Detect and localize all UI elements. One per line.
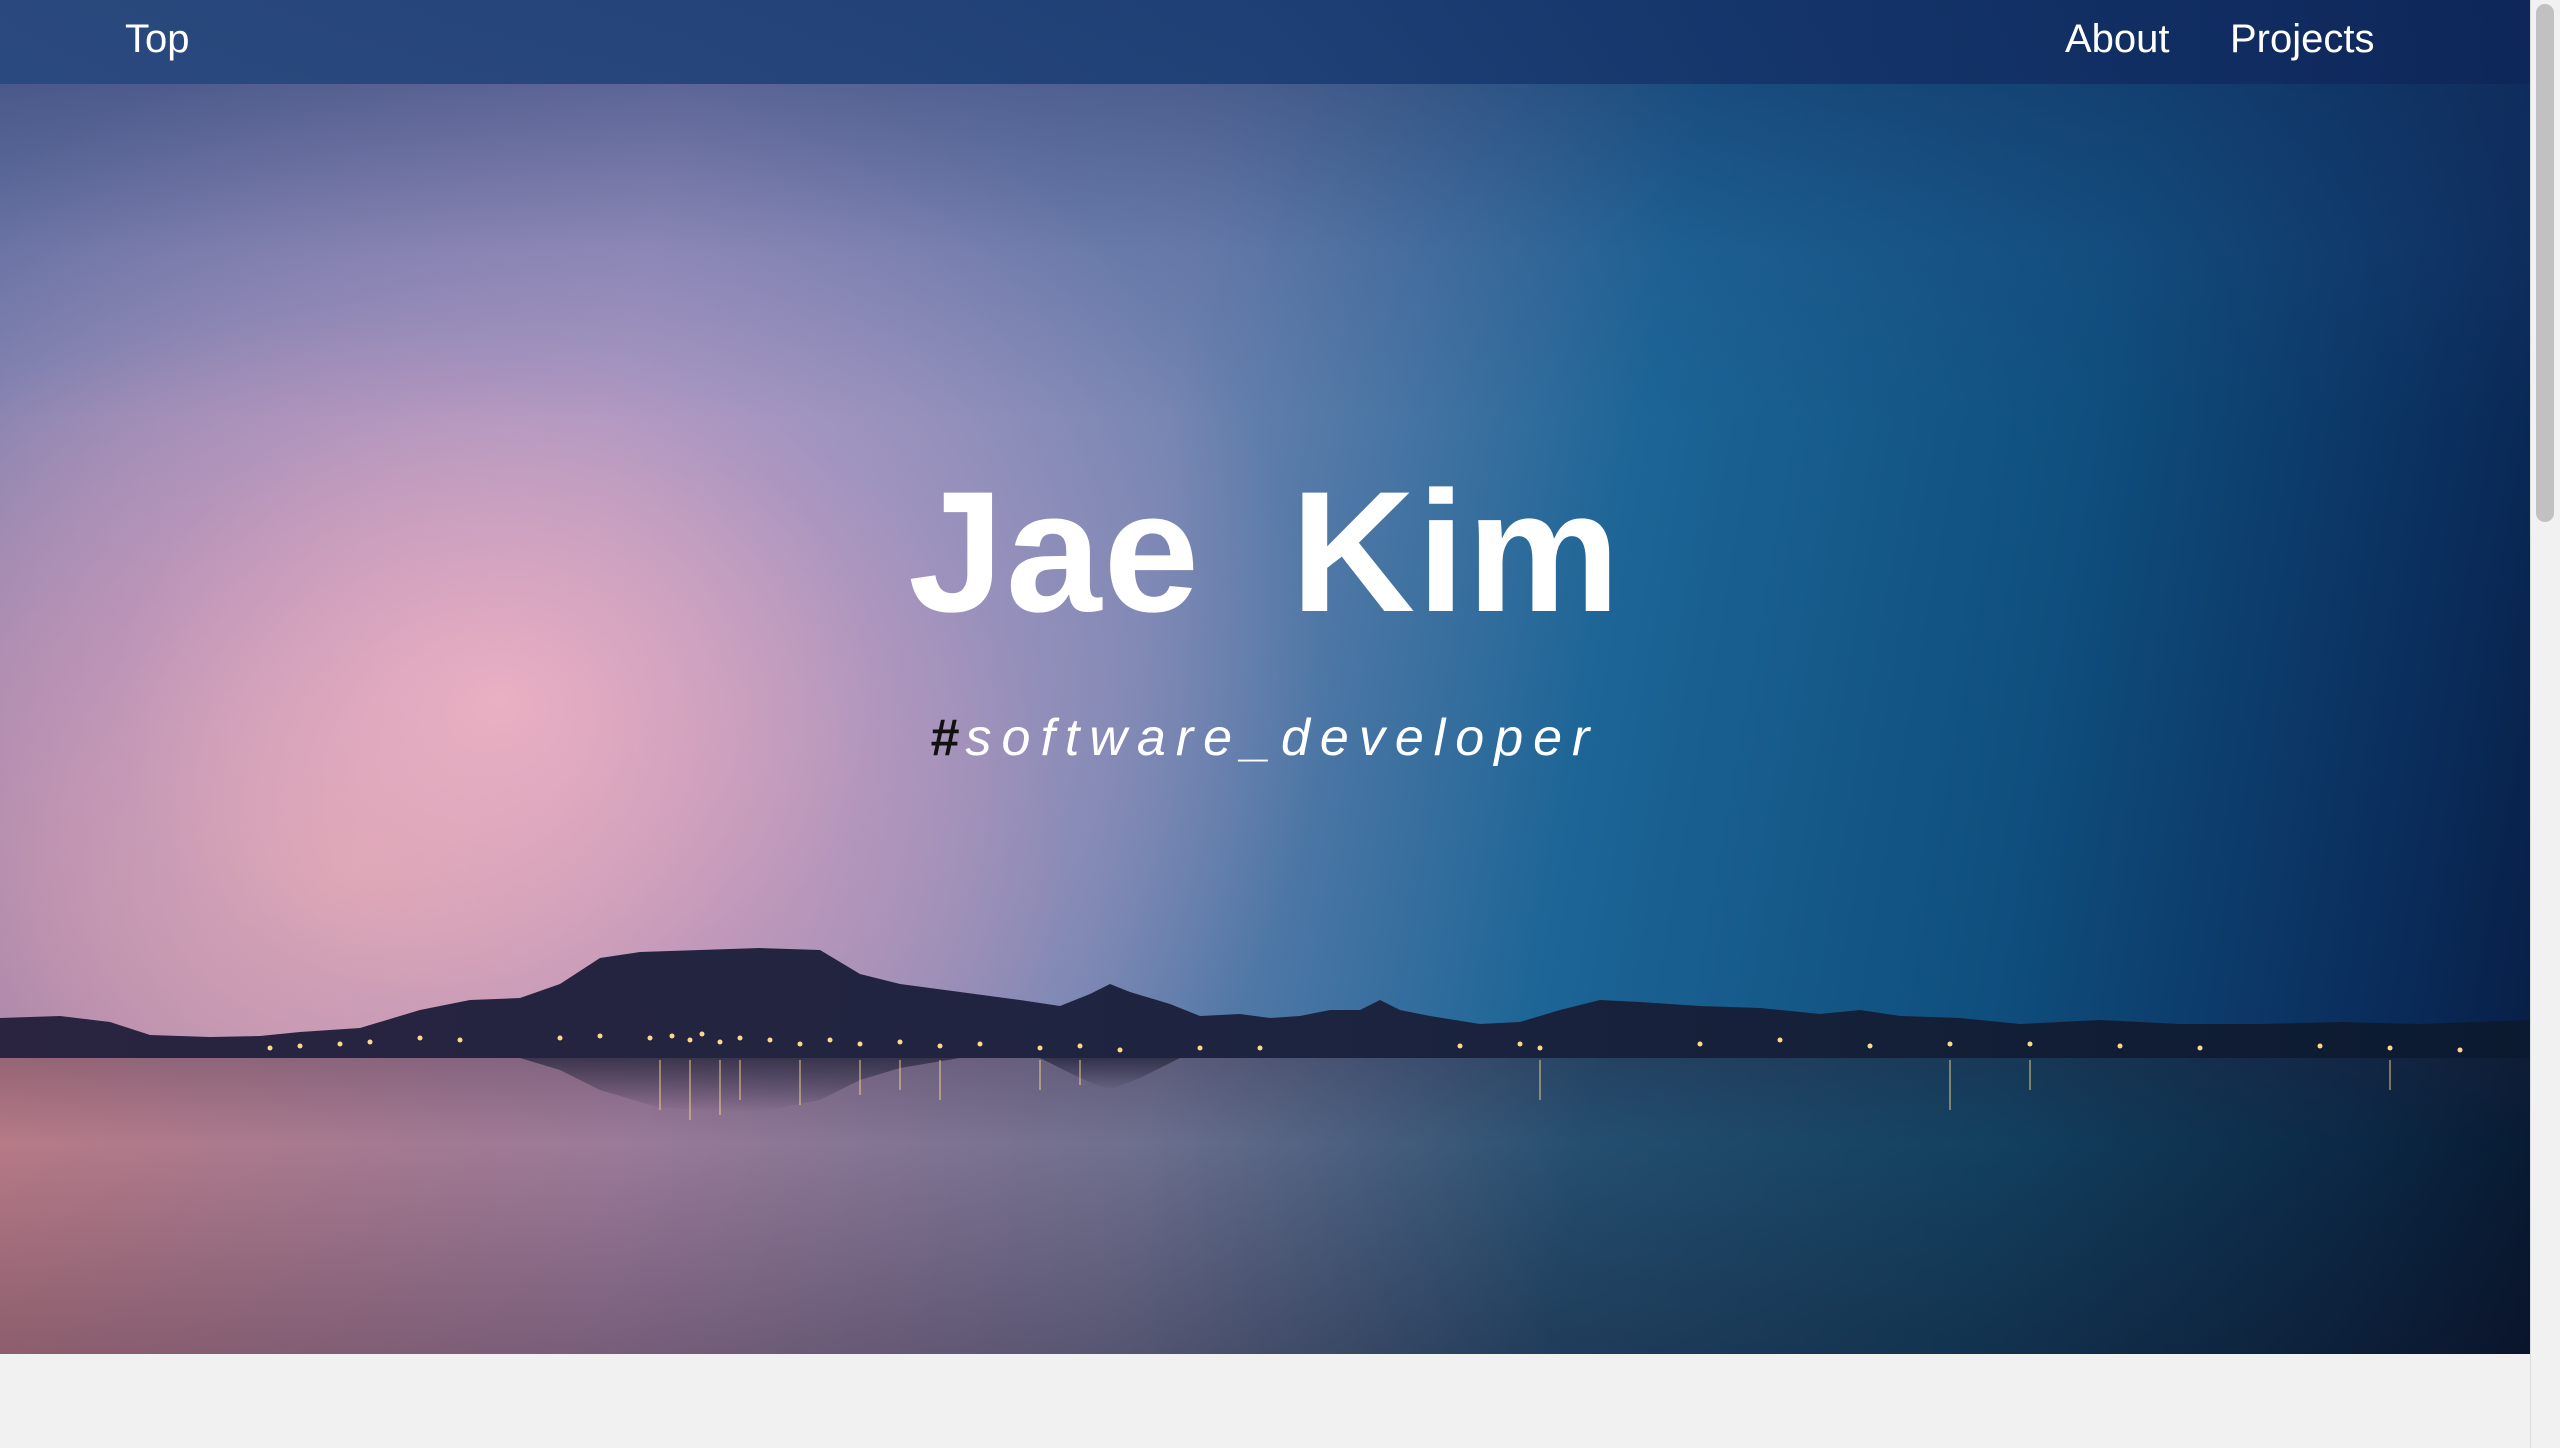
top-navbar: Top About Projects bbox=[0, 0, 2530, 84]
hero-title: Jae Kim bbox=[908, 456, 1622, 648]
nav-about-link[interactable]: About bbox=[2065, 14, 2170, 64]
content-area bbox=[0, 1354, 2530, 1448]
nav-top-link[interactable]: Top bbox=[125, 14, 190, 64]
hero-subtitle-text: software_developer bbox=[965, 709, 1600, 767]
hero-section: Top About Projects Jae Kim #software_dev… bbox=[0, 0, 2530, 1354]
page: Top About Projects Jae Kim #software_dev… bbox=[0, 0, 2560, 1448]
nav-projects-link[interactable]: Projects bbox=[2230, 14, 2375, 64]
mountain-silhouette bbox=[0, 948, 2530, 1120]
scrollbar-thumb[interactable] bbox=[2536, 4, 2554, 522]
hashtag-symbol: # bbox=[930, 709, 966, 767]
hero-subtitle: #software_developer bbox=[0, 702, 2530, 774]
